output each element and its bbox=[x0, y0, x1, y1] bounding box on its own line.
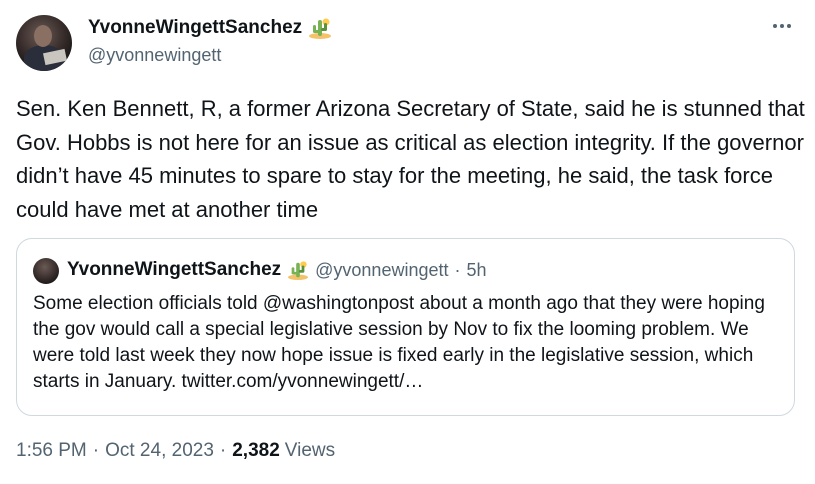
quoted-author-avatar bbox=[33, 258, 59, 284]
views-count: 2,382 bbox=[232, 440, 280, 461]
more-options-icon[interactable] bbox=[770, 14, 794, 38]
tweet-text: Sen. Ken Bennett, R, a former Arizona Se… bbox=[16, 96, 805, 222]
tweet-card: YvonneWingettSanchez @yvonnewingett Sen.… bbox=[0, 0, 815, 484]
meta-separator: · bbox=[92, 440, 100, 461]
quoted-display-name: YvonneWingettSanchez bbox=[67, 259, 282, 280]
author-avatar[interactable] bbox=[16, 15, 72, 71]
tweet-time[interactable]: 1:56 PM bbox=[16, 440, 87, 462]
tweet-date[interactable]: Oct 24, 2023 bbox=[105, 440, 214, 462]
quoted-header: YvonneWingettSanchez @yvonnewingett · 5h bbox=[67, 259, 487, 281]
quoted-time: 5h bbox=[466, 259, 487, 280]
views-label: Views bbox=[284, 440, 336, 461]
author-display-name[interactable]: YvonneWingettSanchez bbox=[88, 17, 302, 39]
cactus-emoji-icon bbox=[288, 261, 309, 280]
author-name-row: YvonneWingettSanchez bbox=[88, 17, 332, 39]
author-handle[interactable]: @yvonnewingett bbox=[88, 45, 221, 66]
meta-separator: · bbox=[219, 440, 227, 461]
tweet-meta: 1:56 PM · Oct 24, 2023 · 2,382 Views bbox=[16, 440, 335, 462]
cactus-emoji-icon bbox=[309, 18, 332, 39]
quoted-handle: @yvonnewingett bbox=[315, 259, 449, 280]
quoted-text: Some election officials told @washington… bbox=[33, 293, 765, 392]
quoted-separator: · bbox=[454, 259, 461, 280]
quoted-tweet[interactable]: YvonneWingettSanchez @yvonnewingett · 5h… bbox=[16, 238, 795, 416]
